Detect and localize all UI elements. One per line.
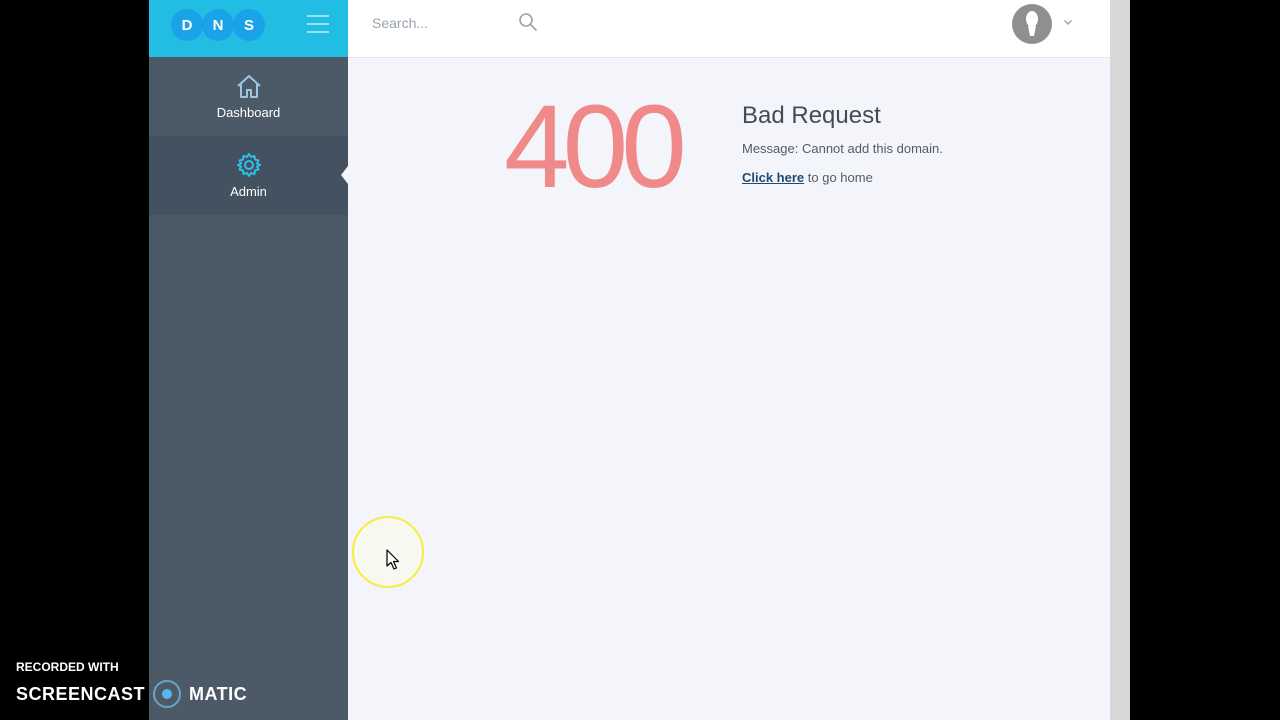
user-silhouette-icon: [1026, 11, 1038, 36]
top-header: [348, 0, 1110, 58]
sidebar-item-label: Admin: [230, 184, 267, 199]
sidebar-item-label: Dashboard: [216, 105, 281, 120]
gear-icon: [236, 153, 261, 177]
sidebar: Dashboard Admin: [149, 57, 348, 720]
watermark-brand-part1: SCREENCAST: [16, 683, 146, 704]
logo-letter-d[interactable]: D: [171, 9, 203, 41]
go-home-link[interactable]: Click here: [742, 170, 804, 185]
logo-bar: D N S: [149, 0, 348, 57]
search-input[interactable]: [370, 12, 514, 34]
app-window: D N S Dashboard Admin Search... 400 Bad …: [149, 0, 1130, 720]
logo-letter-s[interactable]: S: [233, 9, 265, 41]
go-home-suffix: to go home: [804, 170, 873, 185]
search-icon[interactable]: [518, 12, 538, 32]
chevron-down-icon[interactable]: [1063, 17, 1073, 27]
avatar[interactable]: [1012, 4, 1052, 44]
logo-letter-n[interactable]: N: [202, 9, 234, 41]
screencast-watermark: RECORDED WITH SCREENCAST MATIC: [16, 660, 247, 708]
error-title: Bad Request: [742, 102, 881, 129]
hamburger-menu-icon[interactable]: [307, 15, 329, 33]
record-icon: [153, 680, 182, 708]
watermark-recorded-with: RECORDED WITH: [16, 660, 119, 674]
watermark-brand-part2: MATIC: [189, 683, 248, 704]
scrollbar[interactable]: [1110, 0, 1130, 720]
active-indicator: [341, 166, 348, 184]
error-message: Message: Cannot add this domain.: [742, 141, 943, 156]
sidebar-item-dashboard[interactable]: Dashboard: [149, 57, 348, 136]
error-code: 400: [504, 81, 687, 213]
home-icon: [236, 75, 261, 98]
mouse-cursor-icon: [386, 549, 400, 570]
sidebar-item-admin[interactable]: Admin: [149, 136, 348, 215]
go-home-text: Click here to go home: [742, 170, 873, 185]
